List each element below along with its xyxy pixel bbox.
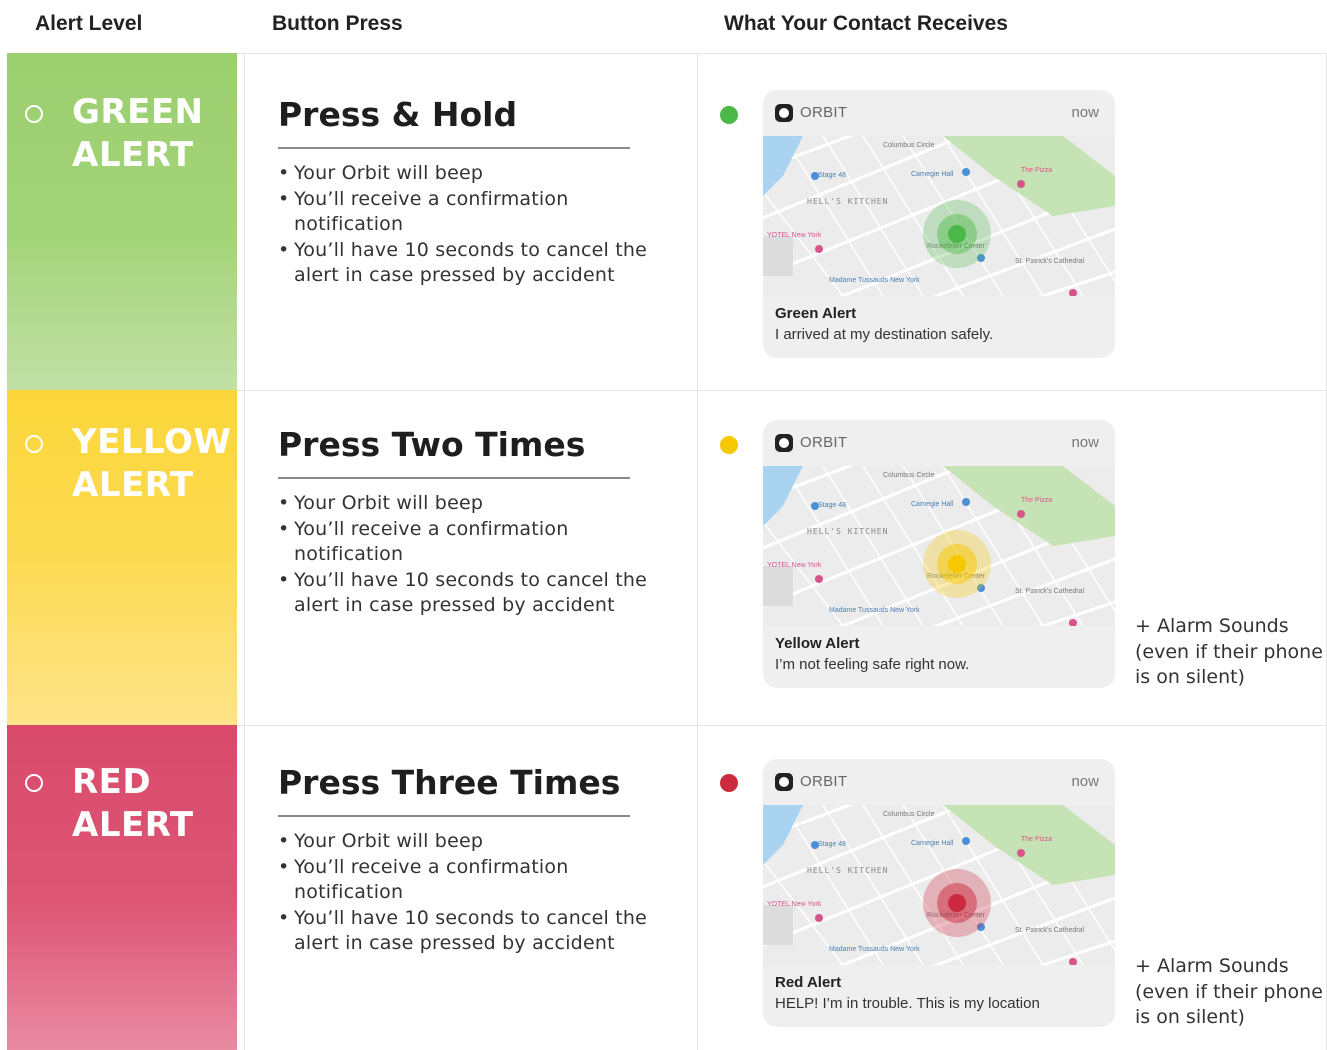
svg-text:YOTEL New York: YOTEL New York (767, 901, 822, 908)
notification-message: HELP! I’m in trouble. This is my locatio… (775, 995, 1040, 1012)
notification-card-yellow: ORBIT now Columbus Circle Stage 48 Carne (763, 420, 1115, 688)
alarm-note: + Alarm Sounds (even if their phone is o… (1135, 955, 1323, 1028)
svg-text:Columbus Circle: Columbus Circle (883, 142, 934, 149)
svg-text:St. Patrick's Cathedral: St. Patrick's Cathedral (1015, 258, 1084, 265)
status-dot-icon (720, 106, 738, 124)
orbit-logo-icon (775, 773, 793, 791)
header-alert-level: Alert Level (35, 12, 143, 35)
notification-time: now (1071, 773, 1099, 790)
header-contact-receives: What Your Contact Receives (724, 12, 1008, 35)
alert-level-yellow: YELLOW ALERT (7, 390, 237, 725)
svg-text:Carnegie Hall: Carnegie Hall (911, 501, 954, 508)
map-image: Columbus Circle Stage 48 Carnegie Hall H… (763, 805, 1115, 965)
orbit-logo-icon (775, 434, 793, 452)
divider (278, 815, 630, 817)
status-dot-icon (720, 436, 738, 454)
ring-icon (25, 105, 43, 123)
list-item: • Your Orbit will beep (278, 830, 484, 852)
list-item: • Your Orbit will beep (278, 492, 484, 514)
notification-title: Red Alert (775, 974, 842, 991)
list-item: • You’ll have 10 seconds to cancel the al… (278, 906, 648, 955)
svg-text:Carnegie Hall: Carnegie Hall (911, 171, 954, 178)
list-item: • You’ll receive a confirmation notificat… (278, 855, 569, 904)
app-name: ORBIT (800, 104, 848, 121)
ring-icon (25, 774, 43, 792)
press-title: Press Two Times (278, 425, 586, 464)
svg-text:HELL'S KITCHEN: HELL'S KITCHEN (807, 866, 888, 875)
button-press-yellow: Press Two Times • Your Orbit will beep • Y… (278, 425, 678, 619)
notification-title: Green Alert (775, 305, 857, 322)
notification-time: now (1071, 434, 1099, 451)
list-item: • You’ll have 10 seconds to cancel the al… (278, 238, 648, 287)
svg-text:HELL'S KITCHEN: HELL'S KITCHEN (807, 527, 888, 536)
divider (278, 477, 630, 479)
notification-card-green: ORBIT now Columbus Circle Stage 48 Carne (763, 90, 1115, 358)
divider (278, 147, 630, 149)
svg-text:St. Patrick's Cathedral: St. Patrick's Cathedral (1015, 588, 1084, 595)
button-press-green: Press & Hold • Your Orbit will beep • You’… (278, 95, 678, 289)
svg-text:HELL'S KITCHEN: HELL'S KITCHEN (807, 197, 888, 206)
notification-time: now (1071, 104, 1099, 121)
grid-line (244, 53, 245, 1050)
press-title: Press Three Times (278, 763, 621, 802)
bullet-list: • Your Orbit will beep • You’ll receive a … (278, 491, 678, 619)
app-name: ORBIT (800, 434, 848, 451)
notification-message: I’m not feeling safe right now. (775, 656, 970, 673)
grid-line (237, 725, 1327, 726)
status-dot-icon (720, 774, 738, 792)
header-button-press: Button Press (272, 12, 403, 35)
svg-text:YOTEL New York: YOTEL New York (767, 562, 822, 569)
svg-text:The Pizza: The Pizza (1021, 836, 1052, 843)
svg-text:Madame Tussauds New York: Madame Tussauds New York (829, 607, 920, 614)
alert-level-label: GREEN ALERT (72, 92, 204, 175)
alert-level-label: RED ALERT (72, 762, 194, 845)
map-image: Columbus Circle Stage 48 Carnegie Hall H… (763, 466, 1115, 626)
grid-line (237, 53, 1327, 54)
svg-text:Stage 48: Stage 48 (818, 172, 846, 179)
app-name: ORBIT (800, 773, 848, 790)
list-item: • You’ll receive a confirmation notificat… (278, 187, 569, 236)
press-title: Press & Hold (278, 95, 518, 134)
svg-text:Madame Tussauds New York: Madame Tussauds New York (829, 277, 920, 284)
svg-text:Stage 48: Stage 48 (818, 841, 846, 848)
list-item: • Your Orbit will beep (278, 162, 484, 184)
notification-title: Yellow Alert (775, 635, 860, 652)
alert-level-green: GREEN ALERT (7, 53, 237, 390)
svg-text:YOTEL New York: YOTEL New York (767, 232, 822, 239)
orbit-logo-icon (775, 104, 793, 122)
svg-text:The Pizza: The Pizza (1021, 167, 1052, 174)
grid-line (237, 390, 1327, 391)
ring-icon (25, 435, 43, 453)
bullet-list: • Your Orbit will beep • You’ll receive a … (278, 161, 678, 289)
list-item: • You’ll have 10 seconds to cancel the al… (278, 568, 648, 617)
svg-text:Stage 48: Stage 48 (818, 502, 846, 509)
svg-text:Carnegie Hall: Carnegie Hall (911, 840, 954, 847)
list-item: • You’ll receive a confirmation notificat… (278, 517, 569, 566)
svg-text:St. Patrick's Cathedral: St. Patrick's Cathedral (1015, 927, 1084, 934)
alert-level-red: RED ALERT (7, 725, 237, 1050)
notification-card-red: ORBIT now Columbus Circle Stage 48 Carne (763, 759, 1115, 1027)
alarm-note: + Alarm Sounds (even if their phone is o… (1135, 615, 1323, 688)
svg-text:Columbus Circle: Columbus Circle (883, 811, 934, 818)
svg-text:Madame Tussauds New York: Madame Tussauds New York (829, 946, 920, 953)
bullet-list: • Your Orbit will beep • You’ll receive a … (278, 829, 678, 957)
grid-line (697, 53, 698, 1050)
svg-text:Columbus Circle: Columbus Circle (883, 472, 934, 479)
svg-text:The Pizza: The Pizza (1021, 497, 1052, 504)
alert-level-label: YELLOW ALERT (72, 422, 232, 505)
button-press-red: Press Three Times • Your Orbit will beep … (278, 763, 678, 957)
notification-message: I arrived at my destination safely. (775, 326, 994, 343)
map-image: Columbus Circle Stage 48 Carnegie Hall H… (763, 136, 1115, 296)
